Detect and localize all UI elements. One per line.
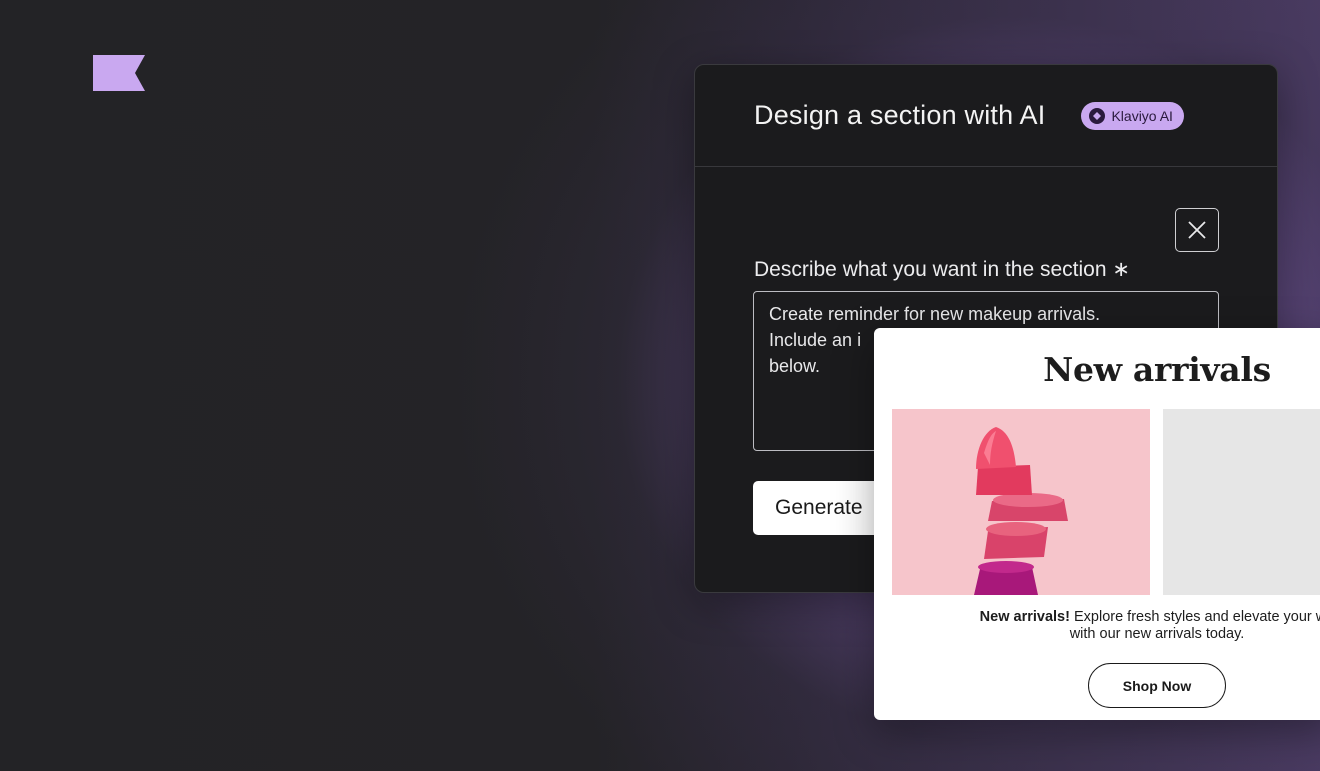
klaviyo-ai-badge: Klaviyo AI (1081, 101, 1184, 130)
close-icon (1188, 221, 1206, 239)
klaviyo-flag-icon (93, 55, 145, 91)
prompt-line: Create reminder for new makeup arrivals. (769, 304, 1101, 324)
preview-body-text: New arrivals! Explore fresh styles and e… (874, 609, 1320, 643)
shop-now-button[interactable]: Shop Now (1088, 663, 1226, 708)
preview-text-line1: Explore fresh styles and elevate your wa (1069, 609, 1320, 625)
preview-text-line2: with our new arrivals today. (1069, 626, 1245, 642)
close-button[interactable] (1175, 208, 1219, 252)
section-preview-card: New arrivals New arrivals! Explore fresh… (874, 328, 1320, 720)
lipstick-product-image (892, 409, 1150, 595)
lipstick-illustration (974, 427, 1068, 595)
prompt-field-label: Describe what you want in the section ∗ (754, 258, 1130, 281)
panel-header: Design a section with AI Klaviyo AI (695, 65, 1277, 167)
klaviyo-ai-icon (1089, 107, 1106, 124)
preview-text-bold: New arrivals! (979, 609, 1070, 625)
panel-title: Design a section with AI (754, 100, 1046, 130)
badge-label: Klaviyo AI (1111, 107, 1173, 124)
preview-title: New arrivals (1043, 350, 1271, 389)
product-image-placeholder (1163, 409, 1320, 595)
